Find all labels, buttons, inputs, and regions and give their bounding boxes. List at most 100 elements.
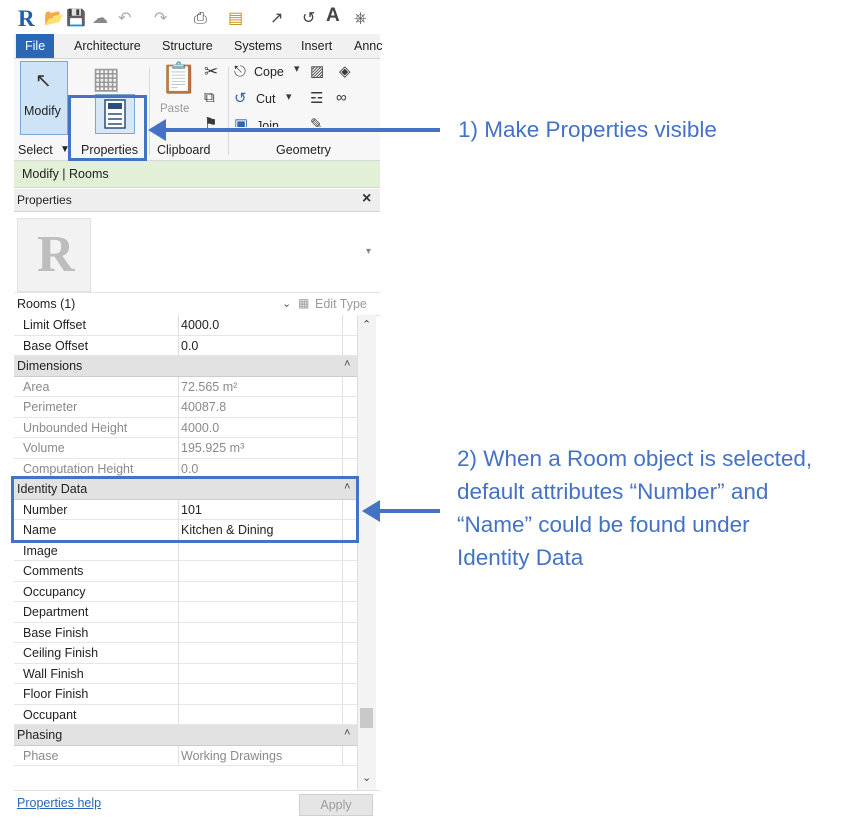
ribbon-tabs: File Architecture Structure Systems Inse…	[14, 34, 383, 59]
property-value[interactable]: 4000.0	[181, 318, 219, 332]
cope-icon[interactable]: ⎋	[234, 63, 246, 80]
chevron-down-icon[interactable]: ▾	[286, 90, 292, 103]
geometry-panel-label: Geometry	[276, 143, 331, 157]
revit-logo-icon[interactable]: R	[18, 6, 35, 32]
instance-selector[interactable]: Rooms (1) ⌄ ▦ Edit Type	[14, 292, 380, 316]
property-name: Perimeter	[23, 400, 78, 414]
split-face-icon[interactable]: ▨	[310, 62, 324, 80]
text-icon[interactable]: A	[326, 6, 340, 25]
pencil-icon[interactable]: ✎	[310, 115, 323, 127]
property-value: 4000.0	[181, 420, 220, 435]
collapse-icon[interactable]: ˄	[344, 727, 350, 739]
property-row[interactable]: Occupant	[14, 704, 357, 725]
scrollbar[interactable]: ⌃ ⌄	[357, 315, 376, 790]
tab-structure[interactable]: Structure	[162, 34, 213, 58]
scissors-icon[interactable]: ✂	[204, 62, 218, 82]
group-label: Phasing	[17, 728, 63, 742]
property-row[interactable]: Unbounded Height 4000.0	[14, 417, 357, 438]
property-row[interactable]: Base Offset 0.0	[14, 335, 357, 356]
properties-help-link[interactable]: Properties help	[17, 796, 101, 810]
cloud-icon[interactable]: ☁	[92, 10, 108, 28]
annotation-step-2-line-2: default attributes “Number” and	[457, 479, 769, 504]
measure-icon[interactable]: ▤	[228, 10, 243, 28]
scroll-down-icon[interactable]: ⌄	[362, 771, 371, 784]
tag-icon[interactable]: ↺	[302, 10, 315, 28]
property-row[interactable]: Comments	[14, 561, 357, 582]
property-value: 0.0	[181, 461, 199, 476]
save-icon[interactable]: 💾	[66, 10, 86, 28]
demolish-icon[interactable]: ☲	[310, 89, 323, 107]
edit-type-button[interactable]: Edit Type	[315, 297, 367, 311]
property-name: Image	[23, 543, 58, 558]
view-3d-icon[interactable]: ⎈	[354, 10, 367, 28]
property-row[interactable]: Ceiling Finish	[14, 643, 357, 664]
print-icon[interactable]: ⎙	[194, 10, 207, 28]
property-name: Unbounded Height	[23, 420, 128, 435]
undo-icon[interactable]: ↶	[118, 10, 131, 28]
property-row[interactable]: Limit Offset 4000.0	[14, 315, 357, 336]
join-label[interactable]: Join	[256, 119, 279, 127]
tab-architecture[interactable]: Architecture	[74, 34, 141, 58]
arrow-2-line	[378, 509, 440, 513]
paste-icon[interactable]: 📋	[160, 61, 197, 96]
property-row[interactable]: Phase Working Drawings	[14, 745, 357, 766]
context-bar: Modify | Rooms	[14, 161, 380, 188]
property-row[interactable]: Volume 195.925 m³	[14, 438, 357, 459]
copy-icon[interactable]: ⧉	[204, 89, 215, 106]
property-value[interactable]: 0.0	[181, 339, 198, 353]
match-type-icon: ▦	[92, 62, 121, 95]
property-name: Base Finish	[23, 625, 89, 640]
tab-insert[interactable]: Insert	[301, 34, 332, 58]
revit-logo-icon: R	[37, 226, 75, 283]
chevron-down-icon[interactable]: ⌄	[282, 297, 291, 310]
type-selector-value: Rooms (1)	[17, 297, 76, 311]
cursor-arrow-icon: ↖	[35, 70, 52, 92]
tab-systems[interactable]: Systems	[234, 34, 282, 58]
property-row[interactable]: Perimeter 40087.8	[14, 397, 357, 418]
paint-icon[interactable]: ◈	[339, 62, 351, 80]
property-group-header[interactable]: Dimensions ˄	[14, 356, 357, 377]
scroll-up-icon[interactable]: ⌃	[362, 318, 371, 331]
annotation-step-2-line-3: “Name” could be found under	[457, 512, 750, 537]
redo-icon[interactable]: ↷	[154, 10, 167, 28]
tab-file[interactable]: File	[16, 34, 55, 58]
modify-button[interactable]: ↖ Modify	[20, 61, 68, 135]
tab-annotate[interactable]: Annc	[354, 34, 383, 58]
property-row[interactable]: Floor Finish	[14, 684, 357, 705]
property-row[interactable]: Image	[14, 540, 357, 561]
cut-label[interactable]: Cut	[256, 92, 275, 106]
quick-access-toolbar: R 📂 💾 ☁ ↶ ↷ ⎙ ▤ ↗ ↺ A ⎈	[14, 4, 380, 34]
close-icon[interactable]: ×	[362, 190, 371, 208]
context-title: Modify | Rooms	[22, 167, 109, 181]
wall-joins-icon[interactable]: ∞	[336, 89, 347, 106]
property-name: Wall Finish	[23, 666, 84, 681]
apply-button[interactable]: Apply	[299, 794, 373, 816]
chevron-down-icon[interactable]: ▾	[294, 62, 300, 75]
property-value: 195.925 m³	[181, 441, 245, 455]
type-preview[interactable]: R ▾	[14, 212, 380, 292]
property-row[interactable]: Wall Finish	[14, 663, 357, 684]
edit-type-icon[interactable]: ▦	[298, 296, 309, 310]
chevron-down-icon[interactable]: ▾	[366, 246, 371, 257]
property-row[interactable]: Base Finish	[14, 622, 357, 643]
collapse-icon[interactable]: ˄	[344, 358, 350, 370]
open-icon[interactable]: 📂	[44, 10, 64, 28]
select-panel-label[interactable]: Select	[18, 143, 53, 157]
property-group-header[interactable]: Phasing ˄	[14, 725, 357, 746]
cope-label[interactable]: Cope	[254, 65, 284, 79]
dimension-icon[interactable]: ↗	[270, 10, 283, 28]
property-row[interactable]: Occupancy	[14, 581, 357, 602]
property-name: Comments	[23, 564, 84, 578]
clipboard-panel-label: Clipboard	[157, 143, 211, 157]
property-value: Working Drawings	[181, 748, 283, 763]
type-thumbnail: R	[17, 218, 91, 292]
property-name: Ceiling Finish	[23, 646, 99, 660]
join-icon[interactable]: ▣	[234, 115, 248, 127]
property-row[interactable]: Area 72.565 m²	[14, 376, 357, 397]
property-row[interactable]: Department	[14, 602, 357, 623]
scroll-thumb[interactable]	[360, 708, 373, 728]
property-value: 40087.8	[181, 400, 227, 414]
property-name: Department	[23, 605, 89, 619]
property-name: Volume	[23, 441, 65, 455]
cut-icon[interactable]: ↺	[234, 89, 247, 107]
